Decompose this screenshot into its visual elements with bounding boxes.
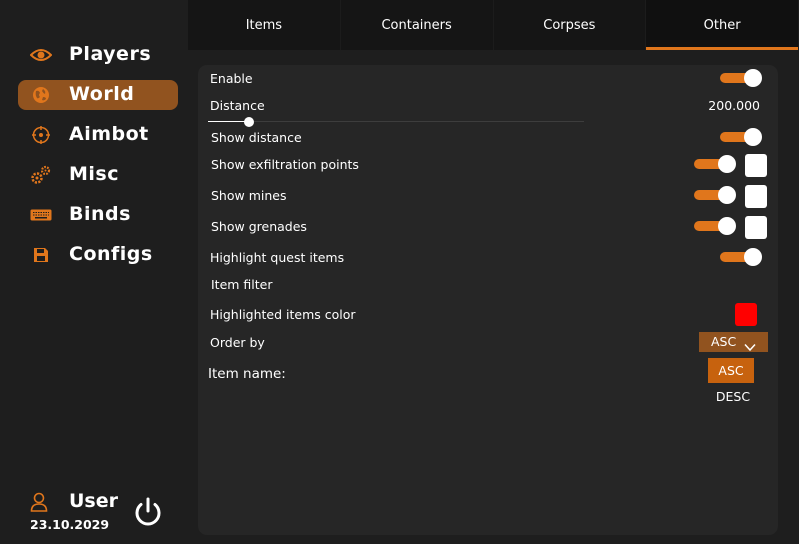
show-grenades-toggle[interactable]: [694, 215, 736, 237]
slider-fill: [208, 121, 249, 122]
user-icon: [30, 492, 48, 512]
sidebar-item-binds[interactable]: Binds: [18, 200, 178, 230]
show-distance-toggle[interactable]: [720, 126, 762, 148]
distance-slider[interactable]: [208, 115, 584, 129]
sidebar: Players World Aimbot Misc Binds Configs …: [0, 0, 188, 544]
distance-label: Distance: [210, 98, 265, 113]
distance-value: 200.000: [708, 98, 760, 113]
power-icon: [132, 497, 164, 532]
gears-icon: [30, 165, 52, 185]
tab-items[interactable]: Items: [188, 0, 341, 50]
user-date: 23.10.2029: [30, 517, 110, 532]
mines-color-swatch[interactable]: [745, 185, 767, 208]
sidebar-item-label: Players: [69, 43, 152, 65]
option-label: ASC: [718, 363, 744, 378]
order-by-dropdown[interactable]: ASC: [699, 332, 768, 352]
highlight-color-swatch[interactable]: [735, 303, 757, 326]
show-exfil-label: Show exfiltration points: [211, 157, 359, 172]
tab-label: Other: [703, 17, 741, 33]
sidebar-item-label: World: [69, 83, 135, 105]
sidebar-item-label: Binds: [69, 203, 131, 225]
highlight-quest-toggle[interactable]: [720, 246, 762, 268]
order-option-asc[interactable]: ASC: [708, 358, 754, 383]
tab-bar: Items Containers Corpses Other: [188, 0, 799, 50]
tab-corpses[interactable]: Corpses: [494, 0, 647, 50]
user-name: User: [69, 490, 118, 512]
order-by-label: Order by: [210, 335, 265, 350]
item-name-label: Item name:: [208, 366, 286, 382]
item-filter-label: Item filter: [211, 277, 273, 292]
sidebar-item-configs[interactable]: Configs: [18, 240, 178, 270]
chevron-down-icon: [744, 337, 756, 352]
tab-other[interactable]: Other: [646, 0, 799, 50]
crosshair-icon: [30, 125, 52, 145]
toggle-knob: [718, 155, 736, 173]
sidebar-nav: Players World Aimbot Misc Binds Configs: [18, 40, 178, 280]
toggle-knob: [718, 217, 736, 235]
sidebar-item-label: Aimbot: [69, 123, 149, 145]
globe-icon: [30, 85, 52, 105]
toggle-knob: [744, 69, 762, 87]
sidebar-item-aimbot[interactable]: Aimbot: [18, 120, 178, 150]
toggle-knob: [718, 186, 736, 204]
power-button[interactable]: [132, 496, 164, 528]
sidebar-item-misc[interactable]: Misc: [18, 160, 178, 190]
show-grenades-label: Show grenades: [211, 219, 307, 234]
show-mines-label: Show mines: [211, 188, 287, 203]
eye-icon: [30, 45, 52, 65]
tab-label: Containers: [381, 17, 452, 33]
show-distance-label: Show distance: [211, 130, 302, 145]
sidebar-item-players[interactable]: Players: [18, 40, 178, 70]
dropdown-value: ASC: [711, 334, 737, 349]
sidebar-item-label: Configs: [69, 243, 153, 265]
enable-label: Enable: [210, 71, 253, 86]
show-exfil-toggle[interactable]: [694, 153, 736, 175]
sidebar-item-label: Misc: [69, 163, 119, 185]
sidebar-item-world[interactable]: World: [18, 80, 178, 110]
tab-label: Items: [245, 17, 283, 33]
toggle-knob: [744, 248, 762, 266]
order-option-desc[interactable]: DESC: [708, 386, 758, 406]
enable-toggle[interactable]: [720, 67, 762, 89]
keyboard-icon: [30, 205, 52, 225]
show-mines-toggle[interactable]: [694, 184, 736, 206]
toggle-knob: [744, 128, 762, 146]
exfil-color-swatch[interactable]: [745, 154, 767, 177]
tab-containers[interactable]: Containers: [341, 0, 494, 50]
grenades-color-swatch[interactable]: [745, 216, 767, 239]
tab-label: Corpses: [543, 17, 596, 33]
option-label: DESC: [715, 388, 751, 404]
slider-thumb[interactable]: [244, 117, 254, 127]
floppy-disk-icon: [30, 245, 52, 265]
highlight-quest-label: Highlight quest items: [210, 250, 345, 265]
highlight-color-label: Highlighted items color: [210, 307, 356, 322]
slider-rail: [208, 121, 584, 122]
